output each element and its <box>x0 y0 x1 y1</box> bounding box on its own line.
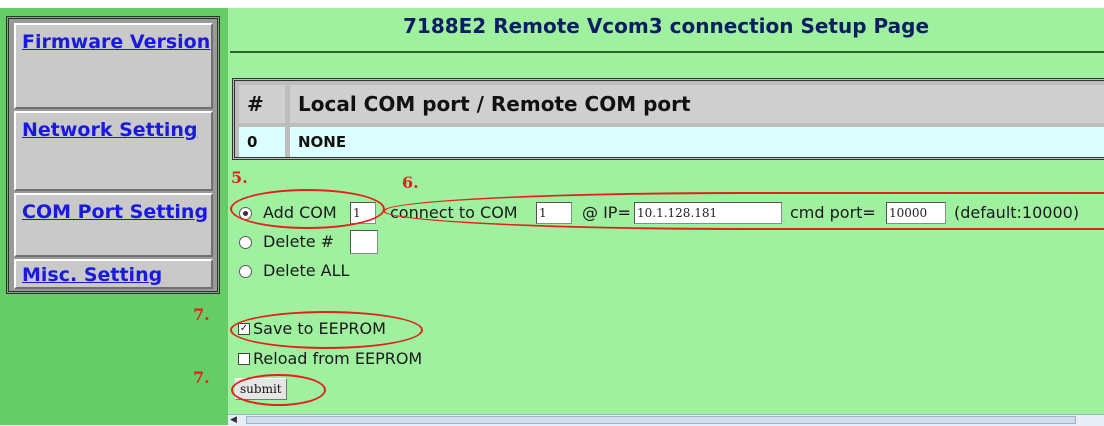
sidebar-nav: Firmware Version Network Setting COM Por… <box>6 16 220 294</box>
table-header-ports: Local COM port / Remote COM port <box>290 85 1104 123</box>
table-cell-ports: NONE <box>290 127 1104 157</box>
sidebar-link-network-setting[interactable]: Network Setting <box>22 119 197 141</box>
annotation-step-6: 6. <box>402 173 419 192</box>
sidebar-item-network-setting[interactable]: Network Setting <box>14 111 213 191</box>
com-port-table: # Local COM port / Remote COM port 0 NON… <box>232 78 1104 160</box>
table-header-index: # <box>239 85 285 123</box>
delete-label: Delete # <box>263 232 335 251</box>
sidebar-link-com-port-setting[interactable]: COM Port Setting <box>22 201 208 223</box>
reload-eeprom-checkbox[interactable] <box>238 353 250 365</box>
sidebar-item-misc-setting[interactable]: Misc. Setting <box>14 259 213 289</box>
annotation-step-7-submit: 7. <box>193 368 210 387</box>
annotation-step-7-save: 7. <box>193 305 210 324</box>
scroll-left-icon[interactable]: ◀ <box>230 415 237 425</box>
delete-index-input[interactable] <box>350 230 378 254</box>
delete-all-radio[interactable] <box>239 265 252 278</box>
delete-all-label: Delete ALL <box>263 261 350 280</box>
sidebar-item-com-port-setting[interactable]: COM Port Setting <box>14 193 213 257</box>
annotation-oval-submit <box>231 374 326 406</box>
reload-eeprom-label: Reload from EEPROM <box>253 349 423 368</box>
scrollbar-thumb[interactable] <box>246 416 1076 424</box>
horizontal-scrollbar[interactable]: ◀ <box>228 414 1104 426</box>
main-content: 7188E2 Remote Vcom3 connection Setup Pag… <box>228 8 1104 426</box>
delete-radio[interactable] <box>239 236 252 249</box>
annotation-step-5: 5. <box>231 168 248 187</box>
table-cell-index: 0 <box>239 127 285 157</box>
top-strip <box>0 0 1104 6</box>
sidebar-link-firmware-version[interactable]: Firmware Version <box>22 31 210 53</box>
divider <box>230 51 1104 53</box>
sidebar-item-firmware-version[interactable]: Firmware Version <box>14 23 213 109</box>
annotation-oval-connect <box>383 192 1104 230</box>
sidebar-link-misc-setting[interactable]: Misc. Setting <box>22 264 162 286</box>
sidebar: Firmware Version Network Setting COM Por… <box>0 8 228 425</box>
annotation-oval-save-eeprom <box>230 311 423 349</box>
page-title: 7188E2 Remote Vcom3 connection Setup Pag… <box>402 14 930 38</box>
annotation-oval-add-com <box>230 189 385 229</box>
